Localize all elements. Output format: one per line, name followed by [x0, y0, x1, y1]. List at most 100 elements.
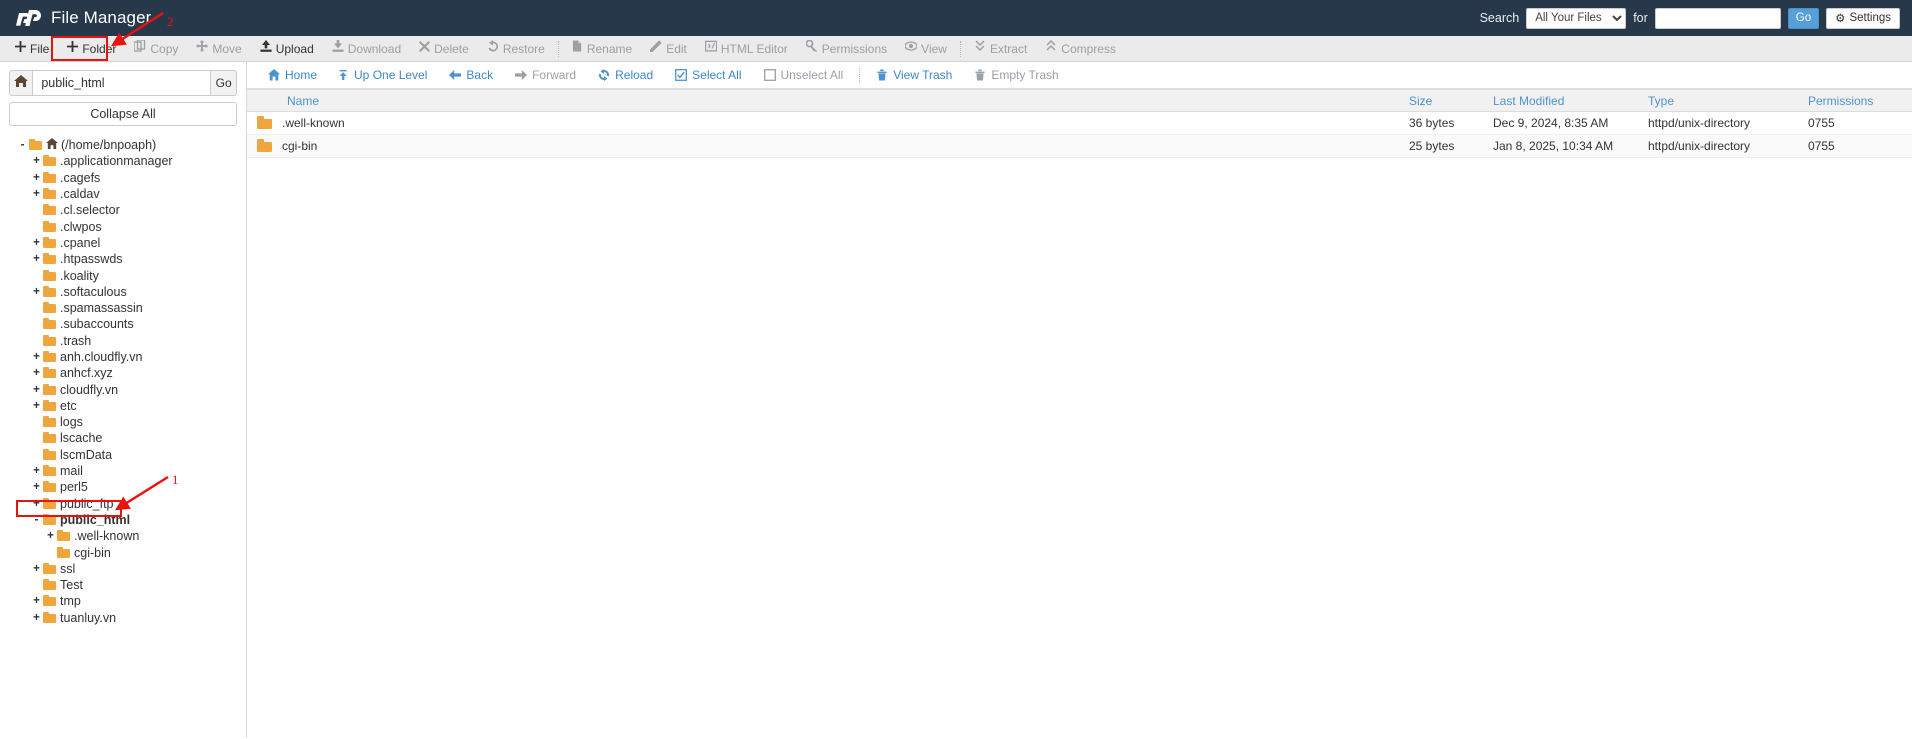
- tree-collapse-toggle-icon[interactable]: -: [31, 514, 42, 526]
- tree-node-mail[interactable]: + mail: [9, 463, 237, 479]
- tree-expand-toggle-icon[interactable]: +: [31, 367, 42, 379]
- path-home-button[interactable]: [9, 70, 33, 96]
- nav-item-label: Up One Level: [354, 68, 428, 82]
- folder-icon: [43, 351, 56, 362]
- toolbar-item-restore: Restore: [478, 36, 554, 62]
- tree-node-label: perl5: [60, 480, 88, 495]
- file-name-cell[interactable]: .well-known: [247, 111, 1397, 135]
- tree-expand-toggle-icon[interactable]: +: [31, 253, 42, 265]
- tree-expand-toggle-icon[interactable]: +: [31, 188, 42, 200]
- toolbar-item-upload[interactable]: Upload: [251, 36, 323, 62]
- tree-expand-toggle-icon[interactable]: +: [31, 465, 42, 477]
- tree-node-lscache[interactable]: +lscache: [9, 430, 237, 446]
- tree-expand-toggle-icon[interactable]: +: [31, 155, 42, 167]
- nav-separator: [859, 67, 861, 83]
- tree-node-anhcf.xyz[interactable]: + anhcf.xyz: [9, 365, 237, 381]
- nav-item-back[interactable]: Back: [438, 68, 504, 82]
- tree-expand-toggle-icon[interactable]: +: [31, 286, 42, 298]
- tree-node-label: tmp: [60, 594, 81, 609]
- tree-node-.applicationmanager[interactable]: + .applicationmanager: [9, 153, 237, 169]
- tree-node-tuanluy.vn[interactable]: + tuanluy.vn: [9, 610, 237, 626]
- tree-node-homebnpoaph[interactable]: - (/home/bnpoaph): [9, 137, 237, 153]
- search-input[interactable]: [1654, 7, 1781, 29]
- tree-expand-toggle-icon[interactable]: +: [31, 237, 42, 249]
- nav-item-reload[interactable]: Reload: [587, 68, 664, 82]
- tree-node-etc[interactable]: + etc: [9, 398, 237, 414]
- column-header-size[interactable]: Size: [1397, 89, 1487, 112]
- tree-node-.cagefs[interactable]: + .cagefs: [9, 170, 237, 186]
- toolbar-item-view: View: [896, 36, 956, 62]
- toolbar-item-folder[interactable]: Folder: [58, 36, 125, 62]
- nav-item-label: Home: [285, 68, 318, 82]
- tree-node-test[interactable]: +Test: [9, 577, 237, 593]
- home-icon: [268, 69, 280, 81]
- tree-expand-toggle-icon[interactable]: +: [31, 351, 42, 363]
- tree-node-logs[interactable]: +logs: [9, 414, 237, 430]
- toolbar-item-file[interactable]: File: [6, 36, 58, 62]
- file-name-cell[interactable]: cgi-bin: [247, 134, 1397, 158]
- tree-expand-toggle-icon[interactable]: +: [31, 481, 42, 493]
- tree-expand-toggle-icon[interactable]: +: [31, 384, 42, 396]
- trash-icon: [876, 69, 888, 81]
- tree-node-.koality[interactable]: +.koality: [9, 267, 237, 283]
- table-row[interactable]: .well-known 36 bytes Dec 9, 2024, 8:35 AM h…: [247, 111, 1912, 135]
- folder-icon: [43, 416, 56, 428]
- tree-node-.well-known[interactable]: + .well-known: [9, 528, 237, 544]
- arrow-left-icon: [449, 69, 462, 81]
- tree-node-ssl[interactable]: + ssl: [9, 561, 237, 577]
- search-go-button[interactable]: Go: [1787, 7, 1820, 29]
- tree-node-public_ftp[interactable]: + public_ftp: [9, 496, 237, 512]
- table-row[interactable]: cgi-bin 25 bytes Jan 8, 2025, 10:34 AM http…: [247, 134, 1912, 158]
- tree-node-cgi-bin[interactable]: +cgi-bin: [9, 544, 237, 560]
- nav-item-view-trash[interactable]: View Trash: [865, 68, 963, 82]
- column-header-name[interactable]: Name: [247, 89, 1397, 112]
- toolbar-item-delete: Delete: [410, 36, 478, 62]
- tree-expand-toggle-icon[interactable]: +: [31, 563, 42, 575]
- app-header: File Manager Search All Your Files for G…: [0, 0, 1912, 36]
- tree-node-.softaculous[interactable]: + .softaculous: [9, 284, 237, 300]
- file-table-head: Name Size Last Modified Type Permissions: [247, 89, 1912, 112]
- path-input[interactable]: [32, 70, 211, 96]
- settings-button[interactable]: ⚙ Settings: [1826, 7, 1900, 29]
- tree-node-.cl.selector[interactable]: +.cl.selector: [9, 202, 237, 218]
- nav-item-select-all[interactable]: Select All: [664, 68, 752, 82]
- tree-node-cloudfly.vn[interactable]: + cloudfly.vn: [9, 381, 237, 397]
- tree-node-anh.cloudfly.vn[interactable]: + anh.cloudfly.vn: [9, 349, 237, 365]
- tree-node-perl5[interactable]: + perl5: [9, 479, 237, 495]
- toolbar-item-label: File: [30, 41, 50, 56]
- nav-item-home[interactable]: Home: [257, 68, 328, 82]
- nav-item-forward: Forward: [504, 68, 587, 82]
- toolbar-item-label: Compress: [1061, 41, 1116, 56]
- tree-node-label: lscache: [60, 431, 103, 446]
- collapse-all-button[interactable]: Collapse All: [9, 102, 237, 126]
- tree-node-.clwpos[interactable]: +.clwpos: [9, 218, 237, 234]
- tree-node-public_html[interactable]: - public_html: [9, 511, 237, 528]
- tree-node-.caldav[interactable]: + .caldav: [9, 186, 237, 202]
- tree-collapse-toggle-icon[interactable]: -: [17, 139, 28, 151]
- tree-node-tmp[interactable]: + tmp: [9, 593, 237, 609]
- tree-expand-toggle-icon[interactable]: +: [31, 400, 42, 412]
- tree-node-.subaccounts[interactable]: +.subaccounts: [9, 316, 237, 332]
- toolbar-item-edit: Edit: [641, 36, 696, 62]
- tree-expand-toggle-icon[interactable]: +: [31, 612, 42, 624]
- column-header-type[interactable]: Type: [1642, 89, 1802, 112]
- tree-expand-toggle-icon[interactable]: +: [31, 172, 42, 184]
- column-header-last-modified[interactable]: Last Modified: [1487, 89, 1642, 112]
- path-go-button[interactable]: Go: [210, 70, 237, 96]
- nav-item-up-one-level[interactable]: Up One Level: [328, 68, 438, 82]
- toolbar-item-label: Permissions: [821, 41, 888, 56]
- tree-node-.htpasswds[interactable]: + .htpasswds: [9, 251, 237, 267]
- tree-node-.cpanel[interactable]: + .cpanel: [9, 235, 237, 251]
- checkbox-unchecked-icon: [763, 69, 776, 81]
- tree-node-.trash[interactable]: +.trash: [9, 333, 237, 349]
- folder-icon: [43, 611, 56, 623]
- search-scope-select[interactable]: All Your Files: [1526, 7, 1627, 29]
- tree-expand-toggle-icon[interactable]: +: [45, 530, 56, 542]
- tree-expand-toggle-icon[interactable]: +: [31, 595, 42, 607]
- tree-node-.spamassassin[interactable]: +.spamassassin: [9, 300, 237, 316]
- file-type-cell: httpd/unix-directory: [1642, 111, 1802, 135]
- tree-expand-toggle-icon[interactable]: +: [31, 498, 42, 510]
- tree-node-lscmdata[interactable]: +lscmData: [9, 447, 237, 463]
- column-header-permissions[interactable]: Permissions: [1802, 89, 1912, 112]
- folder-icon: [43, 497, 56, 509]
